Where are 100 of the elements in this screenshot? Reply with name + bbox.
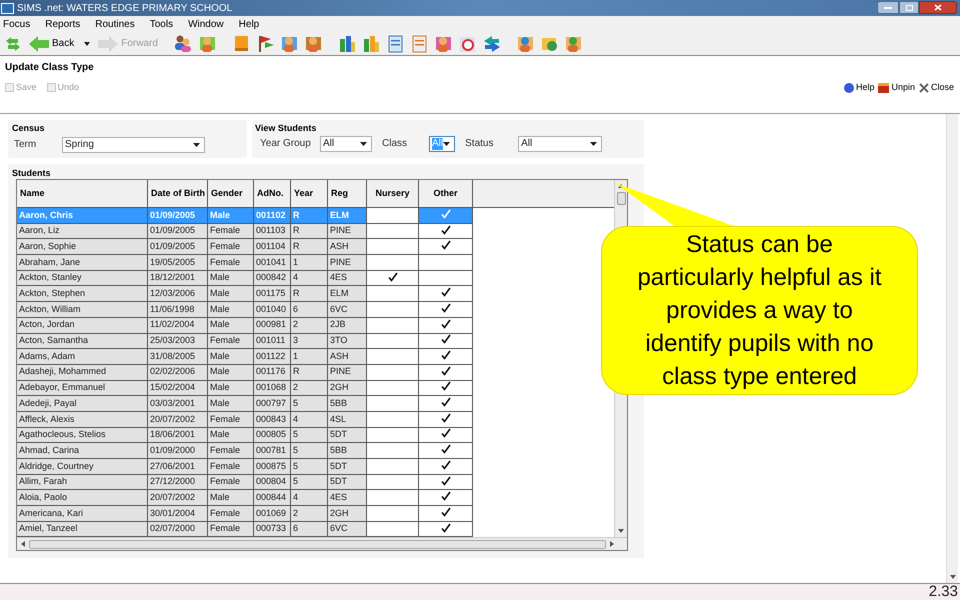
table-cell: Adasheji, Mohammed (17, 364, 148, 381)
table-cell: Male (208, 428, 254, 444)
scroll-down-icon[interactable] (950, 575, 956, 579)
table-row[interactable]: Ackton, William 11/06/1998 Male 001040 6 6VC (17, 302, 473, 318)
table-row[interactable]: Ackton, Stephen 12/03/2006 Male 001175 R ELM (17, 286, 473, 302)
menu-item[interactable]: Reports (45, 16, 80, 32)
table-row[interactable]: Ackton, Stanley 18/12/2001 Male 000842 4 4ES (17, 270, 473, 286)
close-window-button[interactable] (919, 1, 957, 14)
table-cell: Allim, Farah (17, 474, 148, 490)
menu-item[interactable]: Tools (150, 16, 174, 32)
table-cell: 000733 (254, 522, 291, 537)
table-cell: 5BB (328, 443, 367, 459)
table-row[interactable]: Aaron, Sophie 01/09/2005 Female 001104 R ASH (17, 239, 473, 256)
unpin-button[interactable]: Unpin (878, 81, 915, 94)
table-row[interactable]: Adams, Adam 31/08/2005 Male 001122 1 ASH (17, 349, 473, 365)
table-cell: 001011 (254, 334, 291, 350)
minimize-button[interactable] (877, 1, 899, 14)
horizontal-scrollbar[interactable] (17, 537, 627, 550)
table-cell: Female (208, 255, 254, 271)
table-cell: Acton, Jordan (17, 318, 148, 334)
column-header[interactable]: Date of Birth (148, 180, 208, 208)
table-row[interactable]: Adebayor, Emmanuel 15/02/2004 Male 001068 2 2GH (17, 380, 473, 396)
table-cell: R (291, 239, 328, 256)
table-cell: Female (208, 224, 254, 240)
table-cell: 5DT (328, 459, 367, 475)
table-cell: R (291, 224, 328, 240)
field-label: Class (382, 137, 408, 151)
column-header[interactable]: Year (291, 180, 328, 208)
table-cell: 2GH (328, 506, 367, 522)
menu-item[interactable]: Window (188, 16, 224, 32)
column-header[interactable]: Name (17, 180, 148, 208)
table-row[interactable]: Acton, Jordan 11/02/2004 Male 000981 2 2JB (17, 318, 473, 334)
column-header[interactable]: AdNo. (254, 180, 291, 208)
table-cell: Acton, Samantha (17, 334, 148, 350)
close-button[interactable]: Close (918, 81, 954, 94)
table-cell: 3TO (328, 334, 367, 350)
table-row[interactable]: Allim, Farah 27/12/2000 Female 000804 5 5DT (17, 474, 473, 490)
table-cell: 5 (291, 396, 328, 412)
arrow-right-icon (98, 36, 118, 52)
table-cell: 03/03/2001 (148, 396, 208, 412)
table-cell: 30/01/2004 (148, 506, 208, 522)
table-cell: 4SL (328, 412, 367, 428)
table-cell: 001176 (254, 364, 291, 381)
column-header[interactable]: Gender (208, 180, 254, 208)
arrows-icon[interactable] (482, 34, 502, 54)
table-row[interactable]: Abraham, Jane 19/05/2005 Female 001041 1 PINE (17, 255, 473, 271)
dropdown[interactable]: Spring (62, 136, 205, 152)
table-cell: Ackton, William (17, 302, 148, 318)
table-row[interactable]: Adedeji, Payal 03/03/2001 Male 000797 5 5BB (17, 396, 473, 412)
back-button[interactable]: Back (29, 36, 74, 52)
table-cell: 000844 (254, 490, 291, 506)
scroll-left-icon[interactable] (21, 541, 25, 547)
table-cell: Aaron, Chris (17, 208, 148, 224)
table-cell: 5DT (328, 474, 367, 490)
table-cell: 001122 (254, 349, 291, 365)
table-row[interactable]: Affleck, Alexis 20/07/2002 Female 000843 4 4SL (17, 412, 473, 428)
table-cell: PINE (328, 364, 367, 381)
column-header[interactable]: Other (419, 180, 473, 208)
table-row[interactable]: Adasheji, Mohammed 02/02/2006 Male 001176 R PINE (17, 364, 473, 381)
maximize-button[interactable] (899, 1, 919, 14)
menu-item[interactable]: Focus (3, 16, 30, 32)
table-cell: 01/09/2005 (148, 208, 208, 224)
caret-icon[interactable] (84, 42, 90, 46)
table-cell: 000843 (254, 412, 291, 428)
table-row[interactable]: Aloia, Paolo 20/07/2002 Male 000844 4 4ES (17, 490, 473, 506)
table-row[interactable]: Agathocleous, Stelios 18/06/2001 Male 000805 5 5DT (17, 428, 473, 444)
table-cell: Adams, Adam (17, 349, 148, 365)
app-logo-icon (1, 2, 14, 14)
people-icon[interactable] (174, 34, 194, 54)
table-cell: 000804 (254, 474, 291, 490)
menu-item[interactable]: Routines (95, 16, 135, 32)
scroll-thumb[interactable] (29, 540, 606, 548)
caret-icon (443, 142, 450, 146)
table-cell: 5BB (328, 396, 367, 412)
table-row[interactable]: Americana, Kari 30/01/2004 Female 001069 2 2GH (17, 506, 473, 522)
table-cell: Amiel, Tanzeel (17, 522, 148, 537)
column-header[interactable]: Reg (328, 180, 367, 208)
table-row[interactable]: Amiel, Tanzeel 02/07/2000 Female 000733 6 6VC (17, 522, 473, 537)
menu-item[interactable]: Help (238, 16, 260, 32)
table-row[interactable]: Ahmad, Carina 01/09/2000 Female 000781 5 5BB (17, 443, 473, 459)
caret-icon (193, 142, 200, 146)
table-cell: 000842 (254, 270, 291, 286)
table-cell: 000875 (254, 459, 291, 475)
chart-gear-icon[interactable] (362, 34, 382, 54)
dropdown[interactable]: All (320, 136, 372, 152)
callout-text: Status can be particularly helpful as it provides a way to identify pupils with no class type entered (637, 230, 882, 392)
table-row[interactable]: Aldridge, Courtney 27/06/2001 Female 000875 5 5DT (17, 459, 473, 475)
swap-arrows-icon[interactable] (4, 34, 22, 52)
scroll-down-icon[interactable] (618, 529, 624, 533)
chart-icon[interactable] (338, 34, 358, 54)
table-row[interactable]: Aaron, Liz 01/09/2005 Female 001103 R PINE (17, 224, 473, 240)
main-scrollbar[interactable] (946, 114, 958, 583)
scroll-thumb[interactable] (616, 192, 626, 205)
scroll-right-icon[interactable] (610, 541, 614, 547)
table-cell: 31/08/2005 (148, 349, 208, 365)
table-cell: Male (208, 380, 254, 396)
dropdown[interactable]: All (518, 136, 602, 152)
table-row[interactable]: Acton, Samantha 25/03/2003 Female 001011 3 3TO (17, 334, 473, 350)
help-button[interactable]: Help (844, 81, 874, 94)
column-header[interactable]: Nursery (367, 180, 419, 208)
